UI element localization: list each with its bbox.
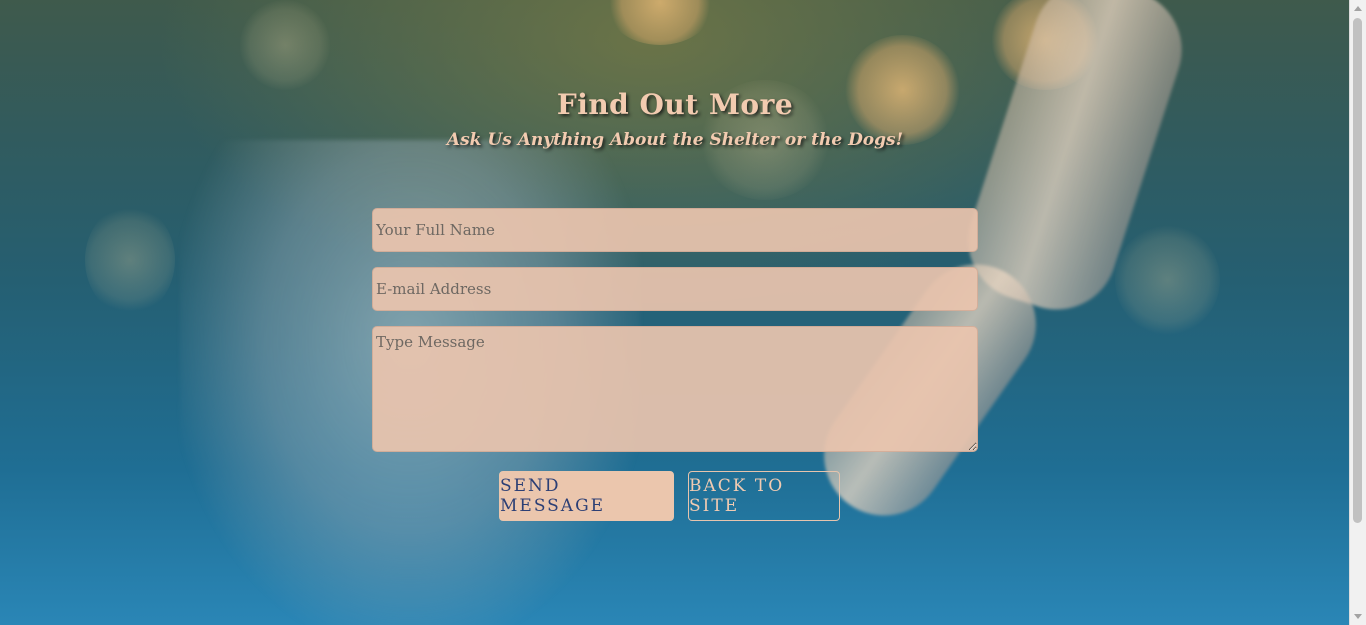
- scroll-up-icon[interactable]: [1354, 6, 1362, 11]
- full-name-input[interactable]: [372, 208, 978, 252]
- back-to-site-button[interactable]: BACK TO SITE: [688, 471, 840, 521]
- vertical-scrollbar[interactable]: [1349, 0, 1366, 625]
- scrollbar-thumb[interactable]: [1353, 18, 1362, 523]
- page-header: Find Out More Ask Us Anything About the …: [0, 88, 1350, 150]
- scroll-down-icon[interactable]: [1354, 614, 1362, 619]
- bokeh-light: [605, 0, 715, 45]
- page: Find Out More Ask Us Anything About the …: [0, 0, 1366, 625]
- bokeh-light: [85, 205, 175, 315]
- email-input[interactable]: [372, 267, 978, 311]
- page-title: Find Out More: [556, 88, 794, 121]
- bokeh-light: [1115, 225, 1220, 335]
- page-subtitle: Ask Us Anything About the Shelter or the…: [446, 130, 904, 150]
- bokeh-light: [240, 0, 330, 90]
- send-message-button[interactable]: SEND MESSAGE: [499, 471, 674, 521]
- message-textarea[interactable]: [372, 326, 978, 452]
